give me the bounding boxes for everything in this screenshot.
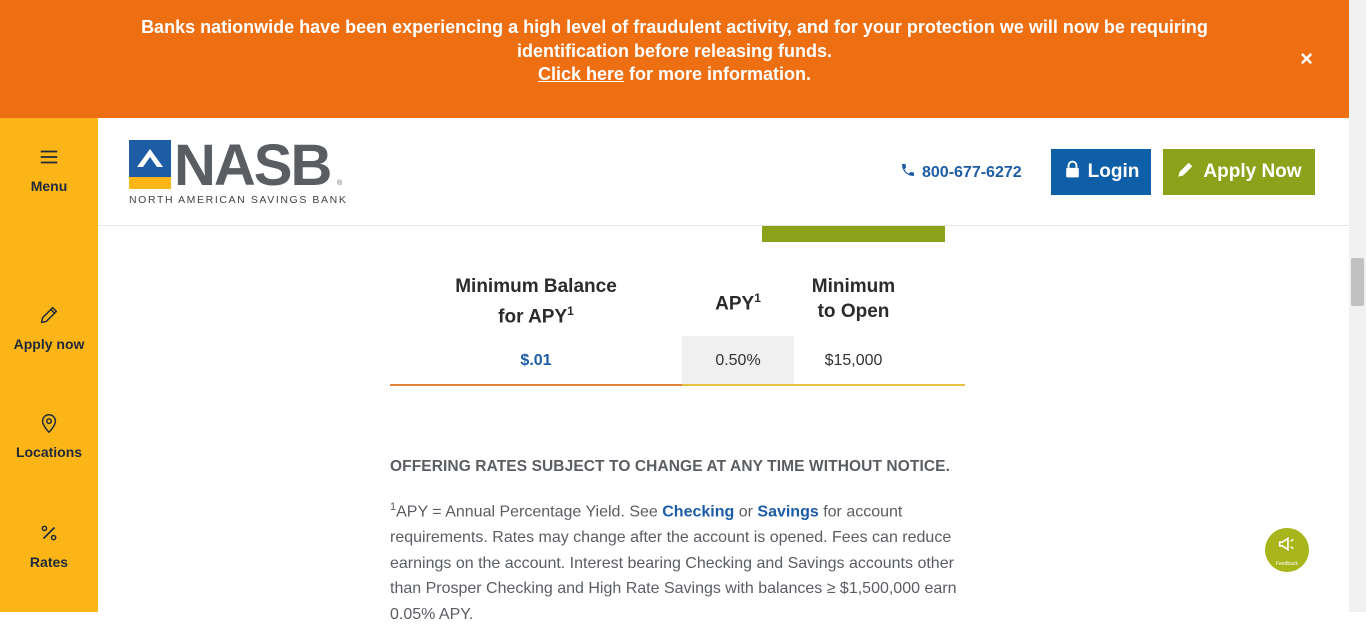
- lock-icon: [1063, 160, 1082, 185]
- alert-link-suffix: for more information.: [624, 64, 812, 84]
- cell-apy: 0.50%: [682, 336, 794, 386]
- alert-click-here-link[interactable]: Click here: [538, 64, 624, 84]
- sidebar-item-menu[interactable]: Menu: [0, 146, 98, 194]
- close-icon[interactable]: ×: [1300, 48, 1313, 70]
- alert-text-line2: identification before releasing funds.: [516, 40, 833, 61]
- logo-registered: ®: [337, 180, 343, 187]
- savings-link[interactable]: Savings: [757, 503, 818, 520]
- percent-icon: [37, 522, 61, 546]
- logo-subtitle: NORTH AMERICAN SAVINGS BANK: [129, 194, 348, 206]
- sidebar-item-label: Rates: [29, 554, 69, 570]
- phone-number: 800-677-6272: [922, 163, 1022, 181]
- sidebar: Menu Apply now Locations Rates: [0, 118, 98, 612]
- sidebar-item-apply-now[interactable]: Apply now: [0, 304, 98, 352]
- site-header: NASB ® NORTH AMERICAN SAVINGS BANK 800-6…: [98, 118, 1349, 226]
- alert-text-line3: Click here for more information.: [0, 63, 1349, 87]
- logo-mark-icon: [129, 140, 171, 189]
- pencil-icon: [1176, 160, 1195, 185]
- sidebar-item-rates[interactable]: Rates: [0, 522, 98, 570]
- feedback-label: Feedback: [1276, 561, 1298, 567]
- sidebar-item-label: Menu: [30, 178, 68, 194]
- partial-open-account-button[interactable]: [762, 226, 945, 242]
- logo-wordmark: NASB: [174, 133, 332, 198]
- rates-notice: OFFERING RATES SUBJECT TO CHANGE AT ANY …: [390, 458, 950, 475]
- table-divider-yellow: [682, 384, 965, 386]
- page-scrollbar[interactable]: [1349, 0, 1366, 612]
- phone-link[interactable]: 800-677-6272: [900, 162, 1022, 183]
- alert-text-line1: Banks nationwide have been experiencing …: [141, 17, 1208, 37]
- sidebar-item-locations[interactable]: Locations: [0, 412, 98, 460]
- megaphone-icon: [1276, 533, 1298, 560]
- cell-min-balance: $.01: [520, 352, 552, 369]
- table-divider-orange: [390, 384, 682, 386]
- feedback-button[interactable]: Feedback: [1265, 528, 1309, 572]
- apy-footnote: 1APY = Annual Percentage Yield. See Chec…: [390, 501, 957, 623]
- apply-now-button[interactable]: Apply Now: [1163, 149, 1315, 195]
- sidebar-item-label: Locations: [15, 444, 83, 460]
- col-header-min-open: Minimum to Open: [811, 276, 896, 322]
- pencil-icon: [37, 304, 61, 328]
- login-button[interactable]: Login: [1051, 149, 1151, 195]
- nasb-logo[interactable]: NASB ® NORTH AMERICAN SAVINGS BANK: [129, 133, 348, 206]
- cell-min-open: $15,000: [824, 352, 883, 369]
- col-header-apy: APY1: [715, 291, 761, 315]
- map-pin-icon: [37, 412, 61, 436]
- hamburger-icon: [37, 146, 61, 170]
- scrollbar-thumb[interactable]: [1351, 258, 1364, 306]
- login-label: Login: [1087, 161, 1140, 182]
- sidebar-item-label: Apply now: [13, 336, 85, 352]
- fraud-alert-banner: Banks nationwide have been experiencing …: [0, 0, 1349, 118]
- phone-icon: [900, 162, 916, 183]
- checking-link[interactable]: Checking: [662, 503, 734, 520]
- apply-now-label: Apply Now: [1203, 161, 1302, 182]
- col-header-min-balance: Minimum Balance for APY1: [455, 276, 617, 328]
